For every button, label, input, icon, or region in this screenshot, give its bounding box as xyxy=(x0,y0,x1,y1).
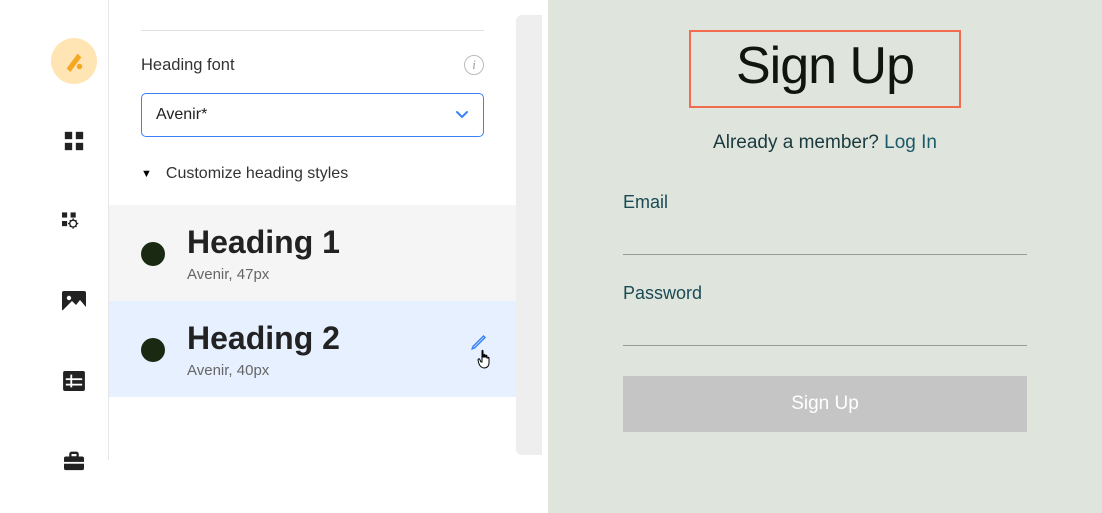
theme-icon xyxy=(51,38,97,84)
customize-label: Customize heading styles xyxy=(166,165,348,183)
heading-1-item[interactable]: Heading 1 Avenir, 47px xyxy=(109,205,516,301)
icon-rail xyxy=(44,38,104,484)
grid-icon xyxy=(63,130,85,152)
font-select-value: Avenir* xyxy=(156,106,207,124)
color-dot xyxy=(141,338,165,362)
member-text: Already a member? xyxy=(713,132,884,153)
heading-name: Heading 2 xyxy=(187,321,340,356)
cursor-hand-icon xyxy=(476,349,494,374)
apps-button[interactable] xyxy=(51,118,97,164)
image-icon xyxy=(62,291,86,311)
divider xyxy=(141,30,484,31)
heading-2-item[interactable]: Heading 2 Avenir, 40px xyxy=(109,301,516,397)
heading-sub: Avenir, 40px xyxy=(187,362,340,379)
table-button[interactable] xyxy=(51,358,97,404)
theme-button[interactable] xyxy=(51,38,97,84)
heading-styles-panel: Heading font i Avenir* ▼ Customize headi… xyxy=(108,0,516,460)
signup-title: Sign Up xyxy=(701,36,949,96)
heading-sub: Avenir, 47px xyxy=(187,266,340,283)
table-icon xyxy=(63,371,85,391)
heading-font-label: Heading font xyxy=(141,56,235,75)
font-select[interactable]: Avenir* xyxy=(141,93,484,137)
plugin-icon xyxy=(62,210,86,232)
password-label: Password xyxy=(623,283,1027,304)
briefcase-button[interactable] xyxy=(51,438,97,484)
chevron-down-icon xyxy=(455,110,469,120)
image-button[interactable] xyxy=(51,278,97,324)
login-link[interactable]: Log In xyxy=(884,132,937,153)
heading-name: Heading 1 xyxy=(187,225,340,260)
settings-button[interactable] xyxy=(51,198,97,244)
signup-title-selection[interactable]: Sign Up xyxy=(689,30,961,108)
preview-pane: Sign Up Already a member? Log In Email P… xyxy=(548,0,1102,513)
customize-toggle[interactable]: ▼ Customize heading styles xyxy=(141,165,484,205)
triangle-down-icon: ▼ xyxy=(141,168,152,180)
preview-edge xyxy=(516,15,542,455)
email-field[interactable] xyxy=(623,221,1027,255)
email-label: Email xyxy=(623,192,1027,213)
briefcase-icon xyxy=(63,451,85,471)
color-dot xyxy=(141,242,165,266)
info-icon[interactable]: i xyxy=(464,55,484,75)
signup-form: Email Password Sign Up xyxy=(623,192,1027,432)
member-row: Already a member? Log In xyxy=(548,132,1102,154)
password-field[interactable] xyxy=(623,312,1027,346)
signup-button[interactable]: Sign Up xyxy=(623,376,1027,432)
